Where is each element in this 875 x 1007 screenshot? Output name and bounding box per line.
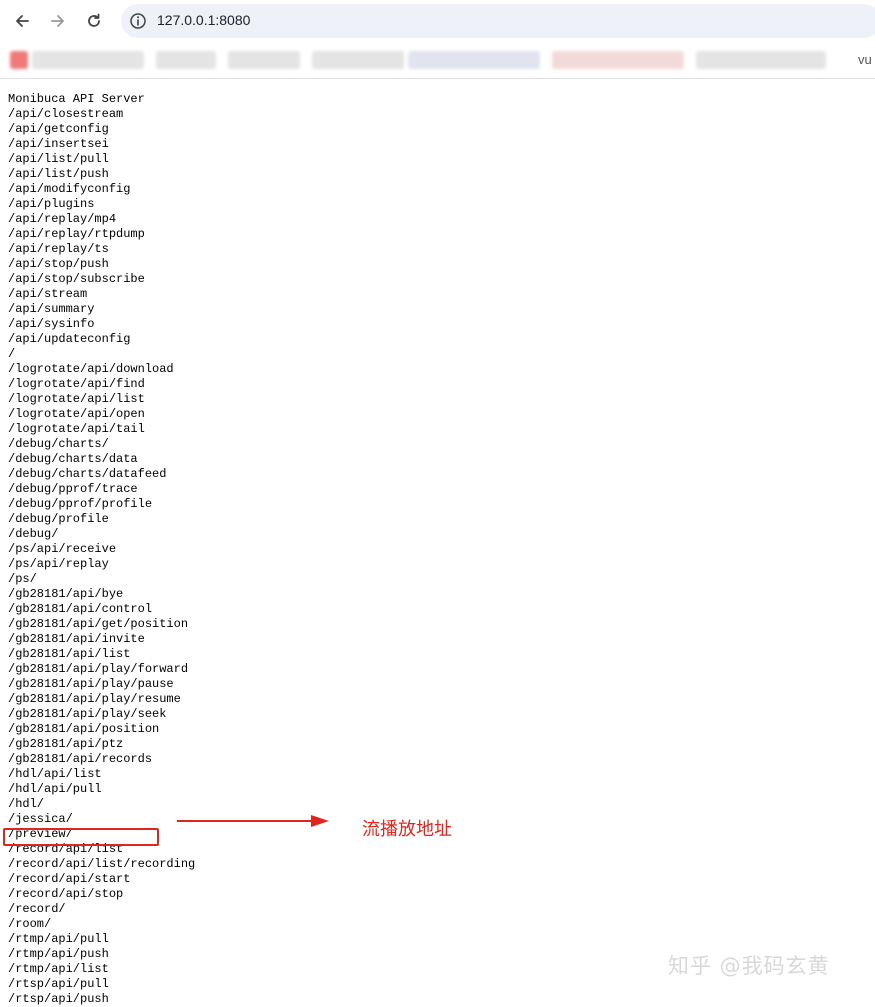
route-line: /record/api/stop xyxy=(8,887,124,901)
route-line: /debug/charts/data xyxy=(8,452,138,466)
route-line: /jessica/ xyxy=(8,812,73,826)
route-line: /api/plugins xyxy=(8,197,95,211)
route-line: /rtmp/api/pull xyxy=(8,932,109,946)
route-line: /gb28181/api/records xyxy=(8,752,153,766)
watermark-text: 知乎 @我码玄黄 xyxy=(668,954,830,978)
route-line: /hdl/api/list xyxy=(8,767,102,781)
bookmark-item[interactable] xyxy=(408,51,540,69)
bookmarks-bar: vu xyxy=(0,42,875,79)
route-line: /room/ xyxy=(8,917,52,931)
route-line: /ps/api/replay xyxy=(8,557,109,571)
route-line: /hdl/ xyxy=(8,797,45,811)
route-line: /gb28181/api/ptz xyxy=(8,737,124,751)
route-line: /api/list/push xyxy=(8,167,109,181)
route-line: /logrotate/api/download xyxy=(8,362,174,376)
route-line: /api/closestream xyxy=(8,107,124,121)
reload-button[interactable] xyxy=(81,8,107,34)
route-line: /gb28181/api/play/resume xyxy=(8,692,181,706)
route-line: /api/replay/ts xyxy=(8,242,109,256)
route-line: /gb28181/api/get/position xyxy=(8,617,189,631)
route-line: /logrotate/api/list xyxy=(8,392,145,406)
route-line: /rtmp/api/push xyxy=(8,947,109,961)
url-text[interactable]: 127.0.0.1:8080 xyxy=(157,12,250,28)
route-line: /record/api/list/recording xyxy=(8,857,196,871)
route-line: /logrotate/api/tail xyxy=(8,422,145,436)
route-line: /api/replay/rtpdump xyxy=(8,227,145,241)
route-line: /ps/ xyxy=(8,572,37,586)
address-bar[interactable]: 127.0.0.1:8080 xyxy=(121,4,875,38)
route-line: /api/stream xyxy=(8,287,88,301)
route-line: /gb28181/api/play/forward xyxy=(8,662,189,676)
page-content: Monibuca API Server /api/closestream/api… xyxy=(8,92,195,1007)
route-line: /api/stop/subscribe xyxy=(8,272,145,286)
bookmark-item[interactable] xyxy=(156,51,216,69)
route-line: /gb28181/api/invite xyxy=(8,632,145,646)
route-line: /rtsp/api/push xyxy=(8,992,109,1006)
route-line: /api/sysinfo xyxy=(8,317,95,331)
bookmark-overflow-text[interactable]: vu xyxy=(858,52,872,67)
route-line: /api/insertsei xyxy=(8,137,109,151)
bookmark-item[interactable] xyxy=(312,51,404,69)
route-line: /debug/charts/datafeed xyxy=(8,467,167,481)
forward-button[interactable] xyxy=(45,8,71,34)
route-line: /record/ xyxy=(8,902,66,916)
route-line: /api/replay/mp4 xyxy=(8,212,117,226)
reload-icon xyxy=(88,13,100,27)
server-title: Monibuca API Server xyxy=(8,92,145,106)
route-line: /ps/api/receive xyxy=(8,542,117,556)
route-line: /debug/charts/ xyxy=(8,437,109,451)
bookmark-item[interactable] xyxy=(228,51,300,69)
route-line: /gb28181/api/list xyxy=(8,647,131,661)
route-line: /debug/pprof/profile xyxy=(8,497,153,511)
route-line: /gb28181/api/bye xyxy=(8,587,124,601)
bookmark-item[interactable] xyxy=(32,51,144,69)
annotation-label: 流播放地址 xyxy=(362,819,452,840)
back-button[interactable] xyxy=(9,8,35,34)
arrow-right-icon xyxy=(51,15,64,27)
route-line: /rtsp/api/pull xyxy=(8,977,109,991)
red-arrow-icon xyxy=(177,815,329,827)
route-line: /debug/ xyxy=(8,527,59,541)
bookmark-item[interactable] xyxy=(552,51,684,69)
route-line: /gb28181/api/play/seek xyxy=(8,707,167,721)
route-line: / xyxy=(8,347,16,361)
route-line: /debug/pprof/trace xyxy=(8,482,138,496)
route-line: /record/api/start xyxy=(8,872,131,886)
bookmark-item[interactable] xyxy=(696,51,826,69)
route-line: /gb28181/api/control xyxy=(8,602,153,616)
route-line: /api/updateconfig xyxy=(8,332,131,346)
route-line: /api/getconfig xyxy=(8,122,109,136)
route-line: /gb28181/api/position xyxy=(8,722,160,736)
route-line: /hdl/api/pull xyxy=(8,782,102,796)
route-line: /api/list/pull xyxy=(8,152,109,166)
route-line: /debug/profile xyxy=(8,512,109,526)
route-line: /api/summary xyxy=(8,302,95,316)
browser-toolbar: 127.0.0.1:8080 xyxy=(0,0,875,42)
route-line: /logrotate/api/find xyxy=(8,377,145,391)
route-line: /logrotate/api/open xyxy=(8,407,145,421)
site-info-icon[interactable] xyxy=(129,12,147,30)
route-line: /gb28181/api/play/pause xyxy=(8,677,174,691)
route-line: /rtmp/api/list xyxy=(8,962,109,976)
arrow-left-icon xyxy=(16,15,29,27)
route-line: /api/modifyconfig xyxy=(8,182,131,196)
route-line: /api/stop/push xyxy=(8,257,109,271)
bookmark-favicon[interactable] xyxy=(10,51,28,69)
preview-highlight-box xyxy=(3,828,159,846)
